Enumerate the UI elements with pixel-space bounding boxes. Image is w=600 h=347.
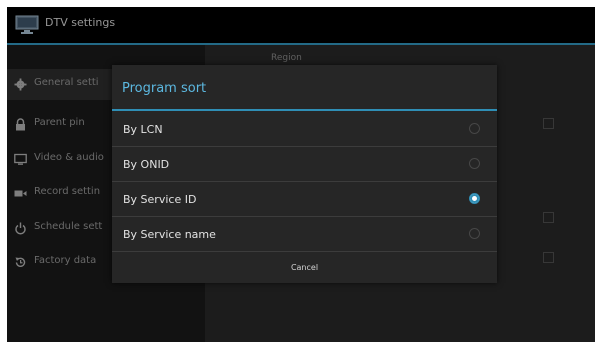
dtv-settings-screen: DTV settings General setti Parent pin Vi… xyxy=(7,7,595,342)
option-label: By LCN xyxy=(123,123,163,136)
option-divider xyxy=(112,251,497,252)
option-label: By Service name xyxy=(123,228,216,241)
cancel-label: Cancel xyxy=(290,263,319,272)
cancel-button[interactable]: Cancel xyxy=(112,255,497,283)
radio-button[interactable] xyxy=(469,123,480,134)
dialog-title-divider xyxy=(112,109,497,111)
radio-button[interactable] xyxy=(469,228,480,239)
program-sort-dialog: Program sort By LCN By ONID By Service I… xyxy=(112,65,497,283)
option-by-service-name[interactable]: By Service name xyxy=(112,217,497,252)
option-label: By ONID xyxy=(123,158,170,171)
dialog-title: Program sort xyxy=(122,81,207,96)
radio-button-checked[interactable] xyxy=(469,193,480,204)
option-label: By Service ID xyxy=(123,193,197,206)
option-by-lcn[interactable]: By LCN xyxy=(112,112,497,147)
radio-button[interactable] xyxy=(469,158,480,169)
option-by-onid[interactable]: By ONID xyxy=(112,147,497,182)
option-by-service-id[interactable]: By Service ID xyxy=(112,182,497,217)
